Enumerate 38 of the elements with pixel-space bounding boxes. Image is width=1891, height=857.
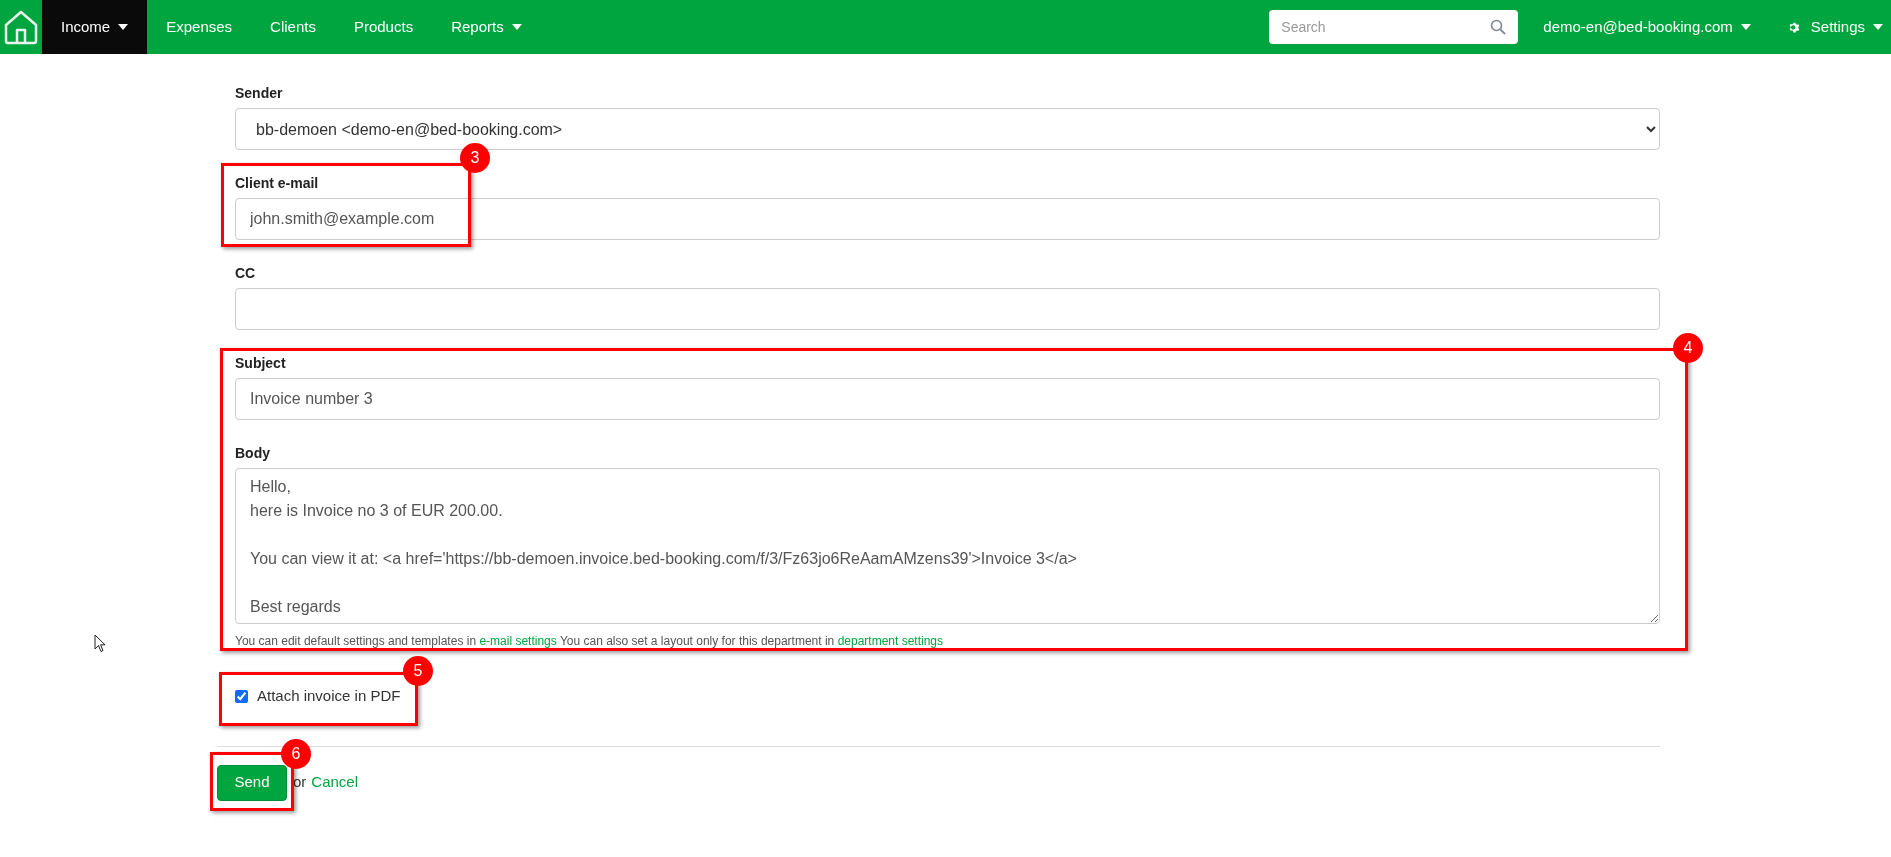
field-label: Sender (235, 84, 284, 102)
home-icon[interactable] (2, 8, 40, 46)
field-label: Client e-mail (235, 174, 320, 192)
nav-tab[interactable]: Reports (432, 0, 541, 54)
field-label: Subject (235, 354, 287, 372)
settings-link[interactable]: e-mail settings (479, 634, 557, 648)
client-email-field[interactable]: john.smith@example.com (235, 198, 1660, 240)
caret-icon (118, 24, 129, 30)
field-label: Body (235, 444, 271, 462)
nav-tab[interactable]: Income (42, 0, 148, 54)
nav-tab[interactable]: Clients (251, 0, 335, 54)
nav-tab[interactable]: Expenses (147, 0, 252, 54)
caret-icon (1873, 24, 1883, 30)
settings-link[interactable]: department settings (837, 634, 944, 648)
send-button[interactable]: Send (217, 764, 287, 801)
subject-field[interactable]: Invoice number 3 (235, 378, 1660, 420)
caret-icon (511, 24, 522, 30)
help-text: You can edit default settings and templates in e-mail settings You can also set a layout only for this department in department settings (235, 633, 945, 649)
settings-menu[interactable]: Settings (1787, 15, 1883, 39)
cc-field[interactable] (235, 288, 1660, 330)
search-field[interactable]: Search (1269, 10, 1519, 44)
step-number-badge: 4 (1673, 333, 1703, 363)
or-text: or (293, 772, 307, 793)
search-icon (1490, 19, 1507, 35)
caret-icon (1740, 24, 1751, 30)
body-field[interactable]: Hello, here is Invoice no 3 of EUR 200.00. You can view it at: <a href='https://bb-demoen.invoice.bed-booking.com/f/3/Fz63jo6ReAamAMzens39'>Invoice 3</a> Best regards (235, 468, 1660, 624)
nav-tab[interactable]: Products (334, 0, 433, 54)
step-number-badge: 6 (281, 739, 311, 769)
cancel-link[interactable]: Cancel (311, 771, 359, 794)
step-number-badge: 5 (403, 656, 433, 686)
field-label: CC (235, 264, 257, 282)
account-menu[interactable]: demo-en@bed-booking.com (1543, 15, 1751, 39)
mouse-cursor-icon (94, 634, 106, 653)
checkbox-label: Attach invoice in PDF (257, 686, 401, 706)
settings-icon (1787, 20, 1801, 34)
step-number-badge: 3 (460, 143, 490, 173)
attach-checkbox[interactable] (235, 689, 248, 703)
sender-select[interactable]: bb-demoen <demo-en@bed-booking.com> (235, 108, 1660, 150)
